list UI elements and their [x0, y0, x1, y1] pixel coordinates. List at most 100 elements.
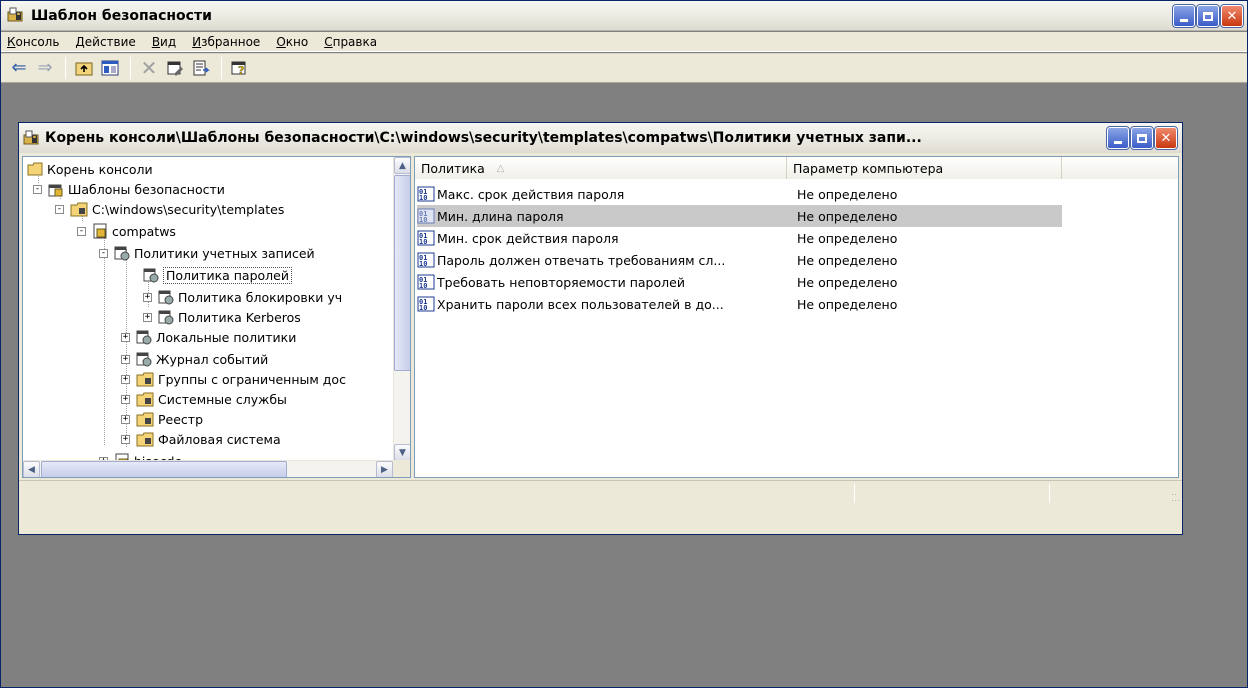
templates-folder-icon	[70, 201, 88, 217]
security-template-app-icon[interactable]	[7, 5, 25, 26]
expand-toggle[interactable]: +	[121, 414, 130, 424]
chevron-right-icon: ▶	[381, 464, 388, 475]
column-header-computer-setting[interactable]: Параметр компьютера	[787, 157, 1062, 179]
policy-name: Пароль должен отвечать требованиям сл...	[437, 252, 726, 268]
security-template-app-icon[interactable]	[23, 128, 41, 149]
properties-button[interactable]	[163, 56, 187, 80]
tree-vertical-scrollbar[interactable]: ▲ ▼	[393, 157, 410, 461]
list-item[interactable]: 01 10 Хранить пароли всех пользователей в…	[417, 293, 1062, 315]
expand-toggle[interactable]: +	[121, 434, 130, 444]
delete-button[interactable]: ✕	[137, 56, 161, 80]
list-item[interactable]: 01 10 Требовать неповторяемости паролей Н…	[417, 271, 1062, 293]
list-item-selected[interactable]: 01 10 Мин. длина пароля Не определено	[417, 205, 1062, 227]
up-level-button[interactable]	[72, 56, 96, 80]
tree-item[interactable]: + Локальные политики	[121, 327, 296, 347]
menu-console[interactable]: Консоль	[7, 35, 59, 49]
tree-item-password-policy[interactable]: Политика паролей	[143, 265, 292, 285]
forward-arrow-icon: ⇒	[37, 57, 53, 78]
help-icon: ?	[231, 61, 246, 76]
maximize-button[interactable]	[1196, 4, 1220, 28]
policy-name: Мин. срок действия пароля	[437, 230, 619, 246]
policy-setting-icon: 01 10	[417, 252, 435, 268]
help-button[interactable]: ?	[228, 56, 252, 80]
delete-icon: ✕	[140, 56, 158, 80]
tree-item[interactable]: - Политики учетных записей	[99, 243, 315, 263]
menu-window[interactable]: Окно	[276, 35, 308, 49]
tree-horizontal-scrollbar[interactable]: ◀ ▶	[23, 460, 393, 477]
list-item[interactable]: 01 10 Мин. срок действия пароля Не опреде…	[417, 227, 1062, 249]
tree-item[interactable]: + Политика блокировки уч	[143, 287, 342, 307]
minimize-icon	[1114, 140, 1122, 144]
tree-item-label: Политики учетных записей	[134, 245, 315, 261]
scroll-right-button[interactable]: ▶	[376, 461, 393, 477]
tree-item[interactable]: - C:\windows\security\templates	[55, 199, 284, 219]
collapse-toggle[interactable]: -	[99, 248, 108, 258]
expand-toggle[interactable]: +	[143, 312, 152, 322]
maximize-icon	[1137, 133, 1147, 143]
show-hide-tree-button[interactable]	[98, 56, 122, 80]
menu-help[interactable]: Справка	[324, 35, 377, 49]
child-close-button[interactable]: ✕	[1154, 126, 1178, 150]
expand-toggle[interactable]: +	[121, 374, 130, 384]
main-titlebar[interactable]: Шаблон безопасности ✕	[1, 1, 1247, 31]
menu-action[interactable]: Действие	[75, 35, 135, 49]
column-header-policy[interactable]: Политика △	[415, 157, 787, 179]
collapse-toggle[interactable]: -	[55, 204, 64, 214]
tree-item-label: Группы с ограниченным дос	[158, 371, 346, 387]
scroll-left-button[interactable]: ◀	[23, 461, 40, 477]
close-button[interactable]: ✕	[1220, 4, 1244, 28]
child-titlebar[interactable]: Корень консоли\Шаблоны безопасности\C:\w…	[19, 123, 1182, 153]
export-list-button[interactable]	[189, 56, 213, 80]
policy-name: Требовать неповторяемости паролей	[437, 274, 685, 290]
tree-item[interactable]: + Системные службы	[121, 389, 287, 409]
tree-item[interactable]: - compatws	[77, 221, 176, 241]
console-child-window: Корень консоли\Шаблоны безопасности\C:\w…	[18, 122, 1183, 535]
status-bar: . .. . .	[19, 480, 1182, 505]
tree-item[interactable]: Корень консоли	[27, 159, 153, 179]
folder-icon	[27, 162, 43, 176]
tree-item[interactable]: - Шаблоны безопасности	[33, 179, 225, 199]
status-separator	[854, 484, 855, 503]
expand-toggle[interactable]: +	[121, 354, 130, 364]
console-tree[interactable]: Корень консоли - Шаблоны безопасности - …	[22, 156, 411, 478]
menu-favorites[interactable]: Избранное	[192, 35, 260, 49]
list-item[interactable]: 01 10 Макс. срок действия пароля Не опред…	[417, 183, 1062, 205]
child-minimize-button[interactable]	[1106, 126, 1130, 150]
tree-item-label: Политика Kerberos	[178, 309, 301, 325]
scroll-down-button[interactable]: ▼	[394, 444, 410, 461]
policy-value: Не определено	[797, 186, 898, 202]
expand-toggle[interactable]: +	[121, 394, 130, 404]
back-arrow-icon: ⇐	[11, 57, 27, 78]
list-item[interactable]: 01 10 Пароль должен отвечать требованиям …	[417, 249, 1062, 271]
policy-icon	[136, 351, 152, 367]
collapse-toggle[interactable]: -	[77, 226, 86, 236]
policy-setting-icon: 01 10	[417, 274, 435, 290]
policy-value: Не определено	[797, 208, 898, 224]
collapse-toggle[interactable]: -	[33, 184, 42, 194]
tree-item[interactable]: + Журнал событий	[121, 349, 268, 369]
child-maximize-button[interactable]	[1130, 126, 1154, 150]
scroll-thumb[interactable]	[41, 461, 287, 477]
resize-grip-icon[interactable]: . .. . .	[1171, 489, 1180, 503]
tree-item[interactable]: + Файловая система	[121, 429, 281, 449]
templates-folder-icon	[136, 371, 154, 387]
tree-item[interactable]: + Группы с ограниченным дос	[121, 369, 346, 389]
back-button[interactable]: ⇐	[7, 56, 31, 80]
menu-view[interactable]: Вид	[152, 35, 176, 49]
window-title: Шаблон безопасности	[31, 7, 212, 24]
scroll-up-button[interactable]: ▲	[394, 157, 410, 174]
policy-value: Не определено	[797, 274, 898, 290]
up-folder-icon	[75, 62, 93, 76]
properties-icon	[167, 61, 183, 76]
tree-item[interactable]: + Политика Kerberos	[143, 307, 301, 327]
minimize-button[interactable]	[1172, 4, 1196, 28]
forward-button[interactable]: ⇒	[33, 56, 57, 80]
templates-folder-icon	[136, 391, 154, 407]
policy-list[interactable]: Политика △ Параметр компьютера 01 10 Макс…	[414, 156, 1179, 478]
expand-toggle[interactable]: +	[121, 332, 130, 342]
tree-item[interactable]: + Реестр	[121, 409, 203, 429]
tree-item-label: Файловая система	[158, 431, 281, 447]
expand-toggle[interactable]: +	[143, 292, 152, 302]
show-hide-tree-icon	[101, 60, 119, 76]
scroll-thumb[interactable]	[394, 175, 410, 371]
